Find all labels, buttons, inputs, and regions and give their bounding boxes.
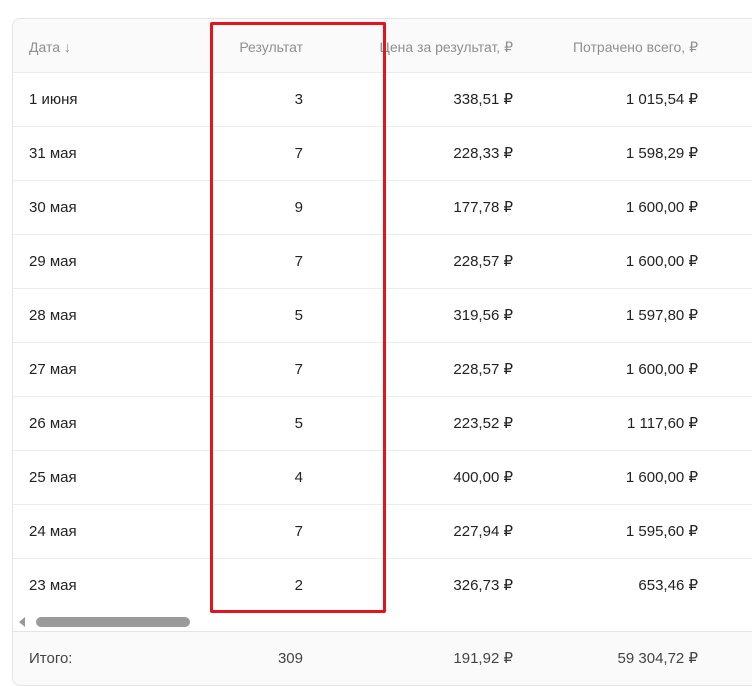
table-row: 28 мая 5 319,56 ₽ 1 597,80 ₽ [13,289,752,343]
cell-result: 4 [294,469,303,486]
cell-date: 28 мая [29,307,77,324]
cell-spent: 1 600,00 ₽ [625,253,698,270]
cell-price: 319,56 ₽ [453,307,513,324]
cell-spent: 1 598,29 ₽ [625,145,698,162]
column-header-date[interactable]: Дата ↓ [29,19,71,72]
triangle-left-icon[interactable] [19,617,25,627]
cell-date: 31 мая [29,145,77,162]
cell-price: 338,51 ₽ [453,91,513,108]
table-row: 30 мая 9 177,78 ₽ 1 600,00 ₽ [13,181,752,235]
totals-spent: 59 304,72 ₽ [617,650,698,667]
cell-result: 7 [294,361,303,378]
table-row: 23 мая 2 326,73 ₽ 653,46 ₽ [13,559,752,613]
table-row: 25 мая 4 400,00 ₽ 1 600,00 ₽ [13,451,752,505]
cell-date: 27 мая [29,361,77,378]
cell-date: 23 мая [29,577,77,594]
column-header-price[interactable]: Цена за результат, ₽ [379,19,513,72]
cell-result: 9 [294,199,303,216]
totals-label: Итого: [29,650,73,667]
cell-price: 223,52 ₽ [453,415,513,432]
cell-result: 5 [294,307,303,324]
cell-price: 228,33 ₽ [453,145,513,162]
cell-result: 7 [294,523,303,540]
scrollbar-thumb[interactable] [36,617,190,627]
cell-spent: 1 117,60 ₽ [627,415,698,432]
cell-result: 7 [294,145,303,162]
cell-date: 30 мая [29,199,77,216]
cell-date: 26 мая [29,415,77,432]
cell-date: 29 мая [29,253,77,270]
cell-spent: 1 597,80 ₽ [625,307,698,324]
cell-price: 326,73 ₽ [453,577,513,594]
cell-result: 2 [294,577,303,594]
cell-spent: 653,46 ₽ [638,577,698,594]
cell-price: 227,94 ₽ [453,523,513,540]
cell-result: 3 [294,91,303,108]
cell-date: 1 июня [29,91,78,108]
stats-table: Дата ↓ Результат Цена за результат, ₽ По… [12,18,752,686]
cell-result: 7 [294,253,303,270]
table-row: 1 июня 3 338,51 ₽ 1 015,54 ₽ [13,73,752,127]
table-row: 29 мая 7 228,57 ₽ 1 600,00 ₽ [13,235,752,289]
cell-result: 5 [294,415,303,432]
totals-price: 191,92 ₽ [453,650,513,667]
cell-price: 400,00 ₽ [453,469,513,486]
table-totals-row: Итого: 309 191,92 ₽ 59 304,72 ₽ [13,631,752,685]
cell-date: 25 мая [29,469,77,486]
cell-price: 177,78 ₽ [453,199,513,216]
table-header: Дата ↓ Результат Цена за результат, ₽ По… [13,19,752,73]
cell-price: 228,57 ₽ [453,253,513,270]
totals-result: 309 [277,650,303,667]
cell-spent: 1 595,60 ₽ [625,523,698,540]
cell-price: 228,57 ₽ [453,361,513,378]
column-header-result[interactable]: Результат [239,19,303,72]
table-row: 26 мая 5 223,52 ₽ 1 117,60 ₽ [13,397,752,451]
table-row: 31 мая 7 228,33 ₽ 1 598,29 ₽ [13,127,752,181]
column-header-spent[interactable]: Потрачено всего, ₽ [573,19,698,72]
cell-spent: 1 600,00 ₽ [625,361,698,378]
table-row: 24 мая 7 227,94 ₽ 1 595,60 ₽ [13,505,752,559]
cell-date: 24 мая [29,523,77,540]
table-row: 27 мая 7 228,57 ₽ 1 600,00 ₽ [13,343,752,397]
horizontal-scrollbar[interactable] [13,613,752,631]
cell-spent: 1 600,00 ₽ [625,469,698,486]
cell-spent: 1 015,54 ₽ [625,91,698,108]
cell-spent: 1 600,00 ₽ [625,199,698,216]
